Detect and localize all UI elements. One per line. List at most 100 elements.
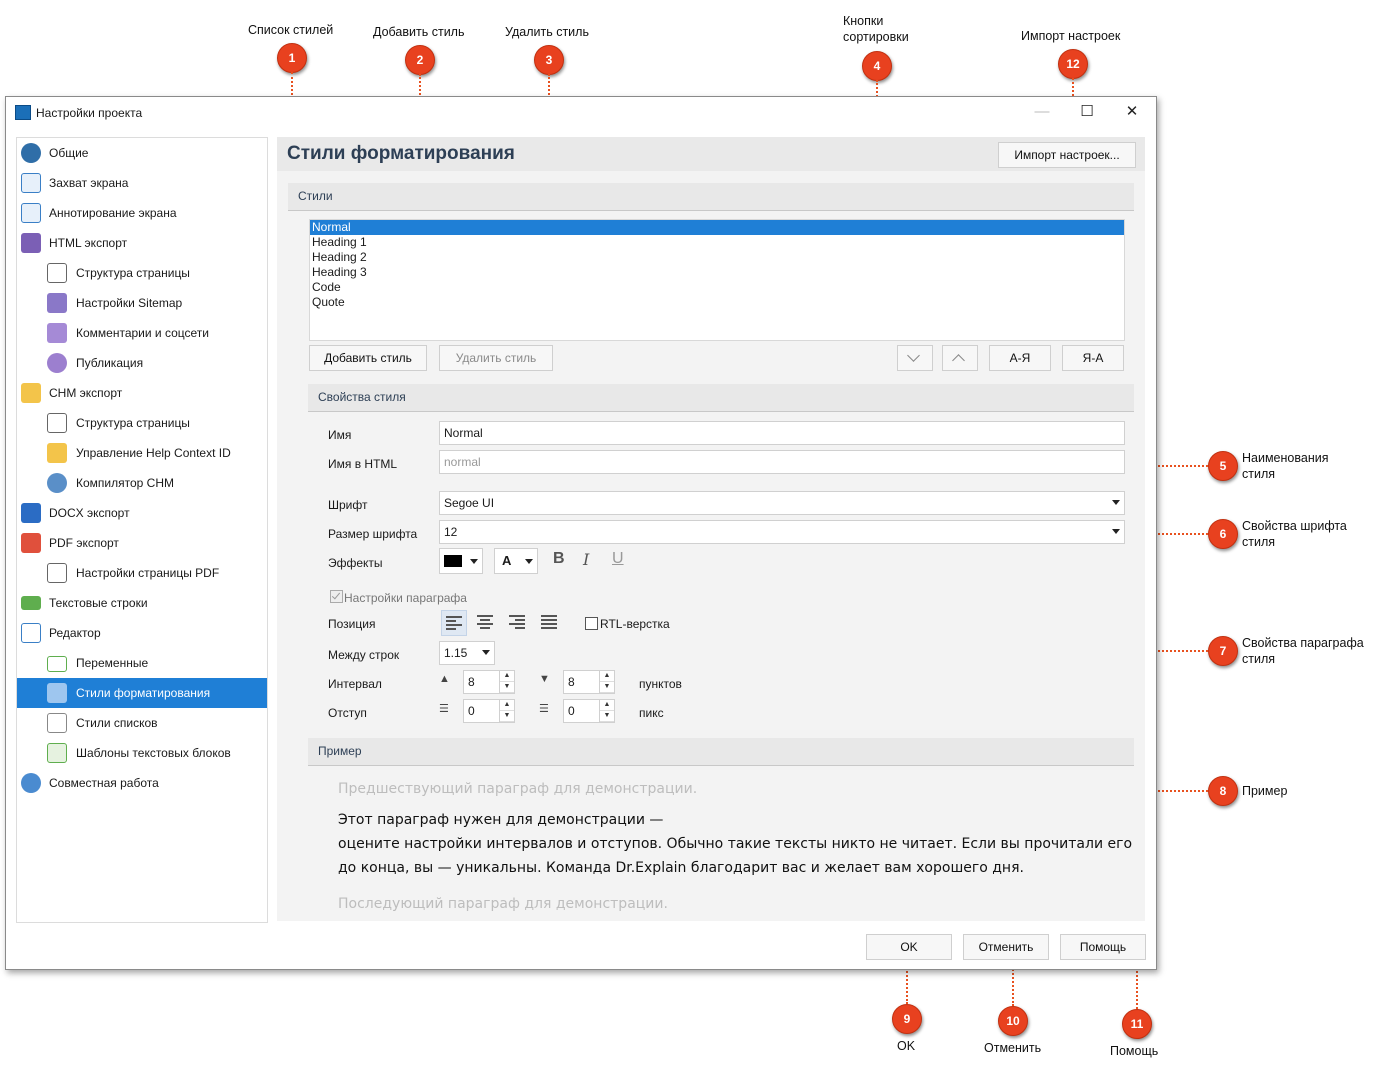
delete-style-button[interactable]: Удалить стиль bbox=[439, 345, 553, 371]
minimize-button[interactable]: — bbox=[1027, 101, 1057, 123]
space-before-icon: ▲ bbox=[439, 673, 450, 685]
help-button[interactable]: Помощь bbox=[1060, 934, 1146, 960]
dropdown-arrow-icon bbox=[525, 559, 533, 564]
align-left-button[interactable] bbox=[441, 610, 467, 636]
stepper-down-icon[interactable]: ▼ bbox=[600, 711, 614, 722]
sort-za-button[interactable]: Я-А bbox=[1062, 345, 1124, 371]
line-spacing-select[interactable]: 1.15 bbox=[439, 641, 495, 665]
add-style-button[interactable]: Добавить стиль bbox=[309, 345, 427, 371]
list-item[interactable]: Heading 3 bbox=[310, 265, 1124, 280]
callout-badge-9: 9 bbox=[892, 1004, 922, 1034]
ok-button[interactable]: OK bbox=[866, 934, 952, 960]
example-line-3: до конца, вы — уникальны. Команда Dr.Exp… bbox=[338, 860, 1024, 876]
sidebar-item-variables[interactable]: Переменные bbox=[17, 648, 267, 678]
sidebar-item-chm-compiler[interactable]: Компилятор CHM bbox=[17, 468, 267, 498]
stepper-up-icon[interactable]: ▲ bbox=[600, 671, 614, 682]
page-layout-icon bbox=[47, 563, 67, 583]
dropdown-arrow-icon bbox=[482, 650, 490, 655]
name-label: Имя bbox=[328, 428, 352, 442]
align-right-button[interactable] bbox=[505, 610, 529, 634]
maximize-button[interactable]: ☐ bbox=[1072, 101, 1102, 123]
sidebar-item-comments[interactable]: Комментарии и соцсети bbox=[17, 318, 267, 348]
text-strings-icon bbox=[21, 596, 41, 610]
font-size-select[interactable]: 12 bbox=[439, 520, 1125, 544]
callout-badge-2: 2 bbox=[405, 45, 435, 75]
page-layout-icon bbox=[47, 263, 67, 283]
import-settings-button[interactable]: Импорт настроек... bbox=[998, 142, 1136, 168]
space-after-stepper[interactable]: 8 ▲ ▼ bbox=[563, 670, 615, 694]
sidebar-item-text-block-templates[interactable]: Шаблоны текстовых блоков bbox=[17, 738, 267, 768]
rtl-label: RTL-верстка bbox=[600, 617, 670, 631]
example-line-1: Этот параграф нужен для демонстрации — bbox=[338, 812, 664, 828]
list-item[interactable]: Normal bbox=[310, 220, 1124, 235]
indent-left-stepper[interactable]: 0 ▲ ▼ bbox=[463, 699, 515, 723]
sidebar-item-annotation[interactable]: Аннотирование экрана bbox=[17, 198, 267, 228]
html-name-label: Имя в HTML bbox=[328, 457, 398, 471]
list-item[interactable]: Code bbox=[310, 280, 1124, 295]
list-item[interactable]: Heading 1 bbox=[310, 235, 1124, 250]
sidebar-item-pdf-page-settings[interactable]: Настройки страницы PDF bbox=[17, 558, 267, 588]
sidebar-item-html-export[interactable]: HTML экспорт bbox=[17, 228, 267, 258]
indent-unit-label: пикс bbox=[639, 706, 664, 720]
sidebar-item-html-page-structure[interactable]: Структура страницы bbox=[17, 258, 267, 288]
chevron-up-icon bbox=[952, 354, 965, 367]
stepper-down-icon[interactable]: ▼ bbox=[500, 711, 514, 722]
list-item[interactable]: Heading 2 bbox=[310, 250, 1124, 265]
bold-button[interactable]: B bbox=[553, 550, 565, 568]
example-next-paragraph: Последующий параграф для демонстрации. bbox=[338, 896, 668, 912]
space-before-stepper[interactable]: 8 ▲ ▼ bbox=[463, 670, 515, 694]
effects-label: Эффекты bbox=[328, 556, 383, 570]
align-center-button[interactable] bbox=[473, 610, 497, 634]
sidebar-item-text-strings[interactable]: Текстовые строки bbox=[17, 588, 267, 618]
callout-badge-10: 10 bbox=[998, 1006, 1028, 1036]
sort-az-button[interactable]: А-Я bbox=[989, 345, 1051, 371]
list-item[interactable]: Quote bbox=[310, 295, 1124, 310]
paragraph-settings-checkbox[interactable] bbox=[330, 590, 343, 603]
italic-button[interactable]: I bbox=[583, 550, 589, 569]
stepper-down-icon[interactable]: ▼ bbox=[600, 682, 614, 693]
move-down-button[interactable] bbox=[897, 345, 933, 371]
stepper-down-icon[interactable]: ▼ bbox=[500, 682, 514, 693]
example-previous-paragraph: Предшествующий параграф для демонстрации… bbox=[338, 781, 698, 797]
color-swatch bbox=[444, 555, 462, 567]
text-color-picker[interactable] bbox=[439, 548, 483, 574]
sidebar-item-general[interactable]: Общие bbox=[17, 138, 267, 168]
stepper-up-icon[interactable]: ▲ bbox=[500, 700, 514, 711]
cancel-button[interactable]: Отменить bbox=[963, 934, 1049, 960]
editor-icon bbox=[21, 623, 41, 643]
sidebar-item-screen-capture[interactable]: Захват экрана bbox=[17, 168, 267, 198]
sidebar-item-collaboration[interactable]: Совместная работа bbox=[17, 768, 267, 798]
rtl-checkbox[interactable] bbox=[585, 617, 598, 630]
style-name-input[interactable]: Normal bbox=[439, 421, 1125, 445]
styles-list[interactable]: Normal Heading 1 Heading 2 Heading 3 Cod… bbox=[309, 219, 1125, 341]
styles-icon bbox=[47, 683, 67, 703]
stepper-up-icon[interactable]: ▲ bbox=[600, 700, 614, 711]
sidebar-item-list-styles[interactable]: Стили списков bbox=[17, 708, 267, 738]
sidebar-item-editor[interactable]: Редактор bbox=[17, 618, 267, 648]
sidebar-item-help-context-id[interactable]: Управление Help Context ID bbox=[17, 438, 267, 468]
title-bar: Настройки проекта — ☐ ✕ bbox=[6, 97, 1156, 127]
stepper-up-icon[interactable]: ▲ bbox=[500, 671, 514, 682]
align-justify-button[interactable] bbox=[537, 610, 561, 634]
underline-button[interactable]: U bbox=[612, 550, 624, 568]
line-spacing-label: Между строк bbox=[328, 648, 400, 662]
indent-first-line-stepper[interactable]: 0 ▲ ▼ bbox=[563, 699, 615, 723]
sidebar-item-docx-export[interactable]: DOCX экспорт bbox=[17, 498, 267, 528]
highlight-color-picker[interactable]: A bbox=[494, 548, 538, 574]
html-name-input[interactable]: normal bbox=[439, 450, 1125, 474]
sidebar-item-chm-export[interactable]: CHM экспорт bbox=[17, 378, 267, 408]
indent-left-icon: ☰ bbox=[439, 703, 449, 715]
settings-sidebar: Общие Захват экрана Аннотирование экрана… bbox=[16, 137, 268, 923]
callout-badge-8: 8 bbox=[1208, 776, 1238, 806]
styles-section-header: Стили bbox=[288, 183, 1134, 211]
sidebar-item-sitemap[interactable]: Настройки Sitemap bbox=[17, 288, 267, 318]
move-up-button[interactable] bbox=[942, 345, 978, 371]
callout-badge-4: 4 bbox=[862, 51, 892, 81]
sidebar-item-chm-page-structure[interactable]: Структура страницы bbox=[17, 408, 267, 438]
font-select[interactable]: Segoe UI bbox=[439, 491, 1125, 515]
sidebar-item-formatting-styles[interactable]: Стили форматирования bbox=[17, 678, 267, 708]
interval-unit-label: пунктов bbox=[639, 677, 682, 691]
close-button[interactable]: ✕ bbox=[1117, 101, 1147, 123]
sidebar-item-publication[interactable]: Публикация bbox=[17, 348, 267, 378]
sidebar-item-pdf-export[interactable]: PDF экспорт bbox=[17, 528, 267, 558]
